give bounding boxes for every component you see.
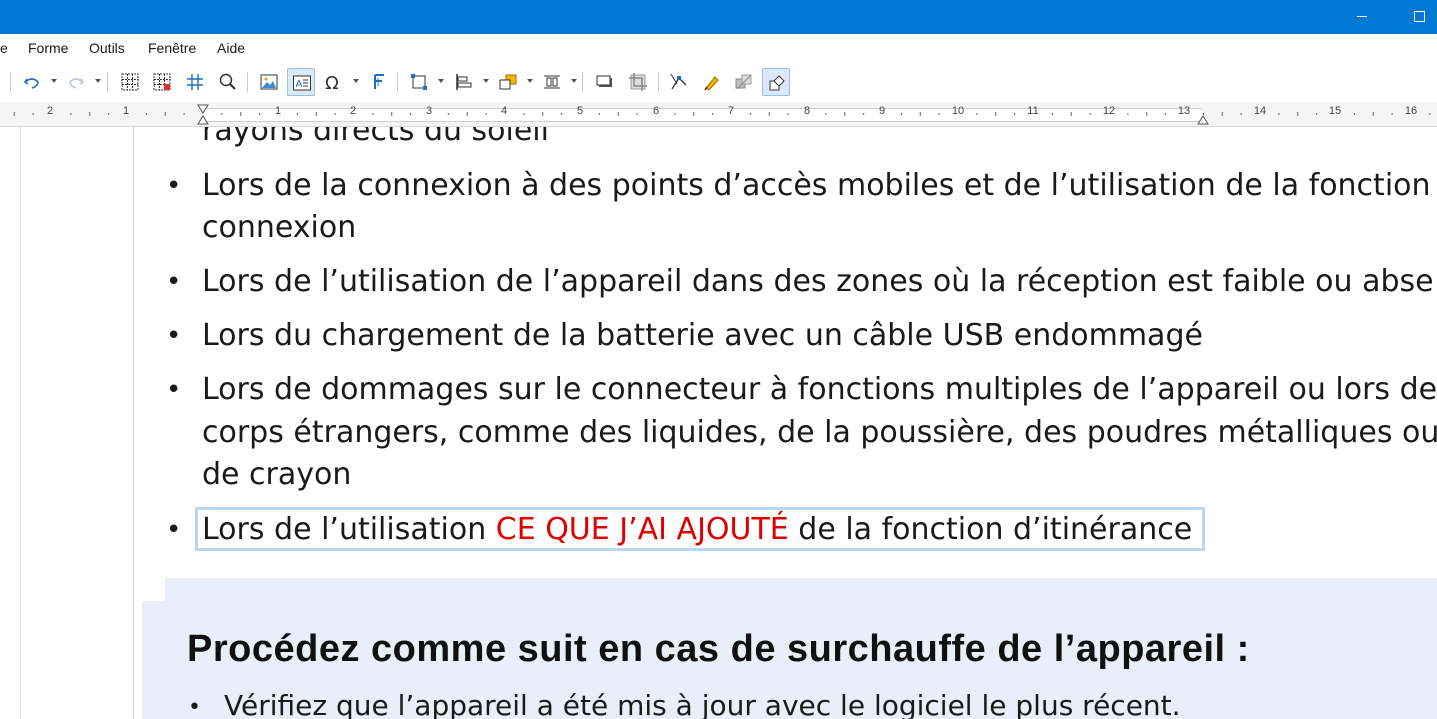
menu-fenetre[interactable]: Fenêtre <box>148 40 196 56</box>
left-indent-marker-icon[interactable] <box>197 104 209 114</box>
distribute-dropdown-icon[interactable] <box>571 79 577 83</box>
toggle-extrusion-icon[interactable] <box>730 68 758 96</box>
menubar: e Forme Outils Fenêtre Aide <box>0 34 1437 62</box>
bullet-4-line-2: corps étrangers, comme des liquides, de … <box>202 415 1437 450</box>
menu-forme[interactable]: Forme <box>28 40 68 56</box>
ruler-label: 1 <box>122 105 130 117</box>
edited-text-after: de la fonction d’itinérance <box>788 512 1193 547</box>
bullet-1-line-2: connexion <box>202 210 357 245</box>
toolbar-separator <box>10 72 11 92</box>
redo-icon[interactable] <box>62 68 90 96</box>
glue-points-icon[interactable] <box>698 68 726 96</box>
ruler-label: 13 <box>1177 105 1191 117</box>
svg-text:Ω: Ω <box>325 73 339 92</box>
bullet-marker: • <box>166 267 182 297</box>
info-box-item: Vérifiez que l’appareil a été mis à jour… <box>224 689 1181 719</box>
bullet-marker: • <box>166 321 182 351</box>
info-box-heading: Procédez comme suit en cas de surchauffe… <box>187 628 1250 670</box>
bullet-marker: • <box>166 171 182 201</box>
svg-text:A: A <box>296 79 303 90</box>
align-icon[interactable] <box>450 68 478 96</box>
partial-text-line: rayons directs du soleil <box>202 127 549 148</box>
undo-icon[interactable] <box>18 68 46 96</box>
bullet-3-line-1: Lors du chargement de la batterie avec u… <box>202 318 1203 353</box>
ruler-label: 4 <box>500 105 508 117</box>
bullet-marker: • <box>166 375 182 405</box>
ruler-label: 5 <box>576 105 584 117</box>
maximize-icon[interactable] <box>1396 0 1437 34</box>
toolbar-separator <box>658 72 659 92</box>
minimize-icon[interactable] <box>1339 0 1385 34</box>
ruler-label: 15 <box>1328 105 1342 117</box>
helplines-icon[interactable] <box>181 68 209 96</box>
shapes-icon[interactable] <box>762 68 790 96</box>
bullet-marker: • <box>166 515 182 545</box>
ruler-label: 7 <box>727 105 735 117</box>
ruler-label: 12 <box>1102 105 1116 117</box>
bullet-1-line-1: Lors de la connexion à des points d’accè… <box>202 168 1431 203</box>
image-icon[interactable] <box>255 68 283 96</box>
ruler-label: 3 <box>425 105 433 117</box>
points-icon[interactable] <box>665 68 693 96</box>
fontwork-icon[interactable] <box>365 68 393 96</box>
arrange-dropdown-icon[interactable] <box>527 79 533 83</box>
menu-edit[interactable]: e <box>0 40 8 56</box>
toolbar-separator <box>397 72 398 92</box>
ruler-label: 11 <box>1027 105 1039 117</box>
info-box-notch <box>142 601 172 719</box>
zoom-icon[interactable] <box>213 68 241 96</box>
edited-text-before: Lors de l’utilisation <box>202 512 496 547</box>
right-indent-marker-icon[interactable] <box>1197 115 1209 125</box>
arrange-icon[interactable] <box>494 68 522 96</box>
distribute-icon[interactable] <box>538 68 566 96</box>
drawing-toolbar: A Ω <box>0 62 1437 102</box>
menu-aide[interactable]: Aide <box>217 40 245 56</box>
redo-dropdown-icon[interactable] <box>95 79 101 83</box>
textbox-icon[interactable]: A <box>287 68 315 96</box>
page-margin-left <box>0 127 21 719</box>
bullet-marker: • <box>188 695 201 719</box>
transformations-dropdown-icon[interactable] <box>438 79 444 83</box>
grid-snap-icon[interactable] <box>148 68 176 96</box>
horizontal-ruler[interactable]: 2 1 1 2 3 4 5 6 7 8 9 10 11 12 13 14 15 … <box>0 102 1437 127</box>
menu-outils[interactable]: Outils <box>89 40 125 56</box>
undo-dropdown-icon[interactable] <box>51 79 57 83</box>
edited-bullet-line[interactable]: Lors de l’utilisation CE QUE J’AI AJOUTÉ… <box>202 512 1192 548</box>
ruler-label: 14 <box>1253 105 1267 117</box>
toolbar-separator <box>107 72 108 92</box>
bullet-4-line-3: de crayon <box>202 457 352 492</box>
ruler-label: 10 <box>951 105 965 117</box>
crop-icon[interactable] <box>624 68 652 96</box>
toolbar-separator <box>582 72 583 92</box>
align-dropdown-icon[interactable] <box>483 79 489 83</box>
ruler-label: 6 <box>652 105 660 117</box>
bullet-2-line-1: Lors de l’utilisation de l’appareil dans… <box>202 264 1434 299</box>
shadow-icon[interactable] <box>590 68 618 96</box>
first-line-indent-marker-icon[interactable] <box>197 115 209 125</box>
ruler-label: 8 <box>803 105 811 117</box>
special-character-dropdown-icon[interactable] <box>353 79 359 83</box>
toolbar-separator <box>247 72 248 92</box>
ruler-label: 9 <box>878 105 886 117</box>
window-titlebar <box>0 0 1437 34</box>
ruler-ticks <box>13 112 1431 116</box>
page-margin-guide <box>133 127 134 719</box>
bullet-4-line-1: Lors de dommages sur le connecteur à fon… <box>202 372 1437 407</box>
ruler-label: 2 <box>46 105 54 117</box>
ruler-label: 2 <box>349 105 357 117</box>
special-character-icon[interactable]: Ω <box>320 68 348 96</box>
grid-icon[interactable] <box>116 68 144 96</box>
transformations-icon[interactable] <box>405 68 433 96</box>
document-canvas[interactable]: rayons directs du soleil • Lors de la co… <box>0 127 1437 719</box>
ruler-label: 16 <box>1404 105 1418 117</box>
inserted-text: CE QUE J’AI AJOUTÉ <box>495 512 789 547</box>
ruler-label: 1 <box>274 105 282 117</box>
